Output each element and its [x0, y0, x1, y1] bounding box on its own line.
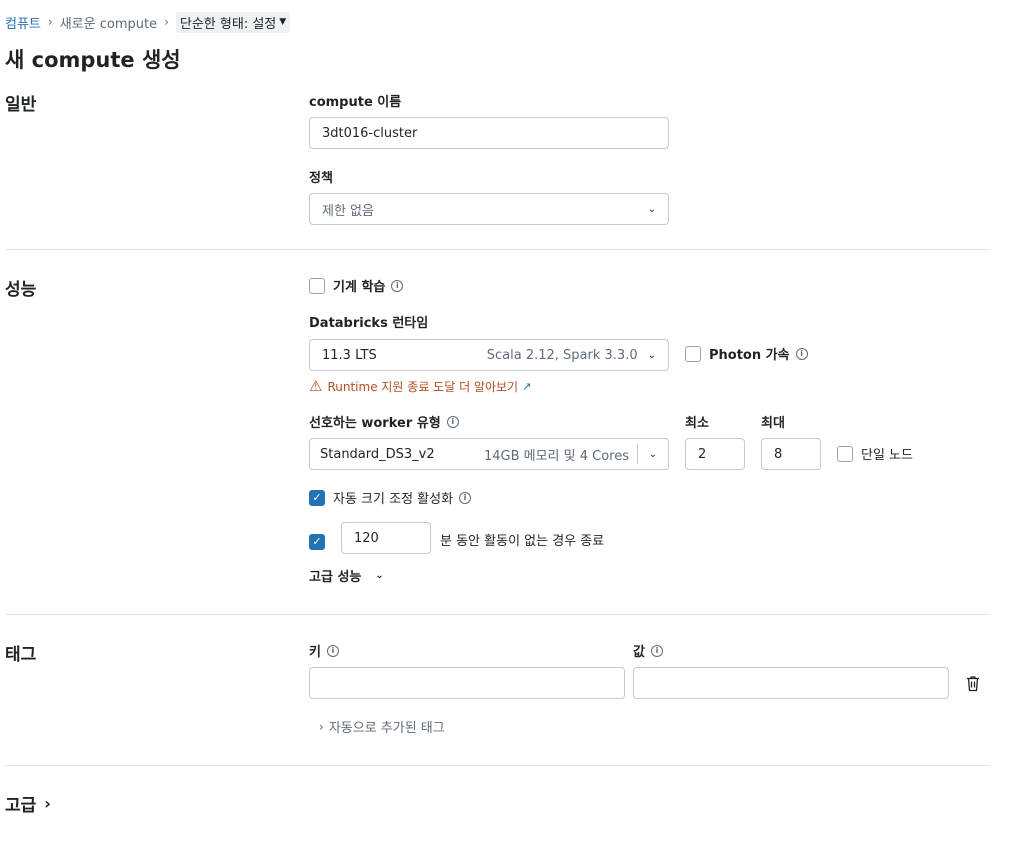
warning-icon: ⚠ — [309, 377, 323, 395]
breadcrumb-compute-link[interactable]: 컴퓨트 — [5, 13, 41, 32]
terminate-checkbox-wrap: ✓ — [309, 530, 325, 550]
runtime-warning-text: Runtime 지원 종료 도달 더 알아보기 — [327, 379, 519, 394]
autoscale-label: 자동 크기 조정 활성화 — [333, 492, 454, 507]
divider — [5, 614, 990, 615]
runtime-detail: Scala 2.12, Spark 3.3.0 — [486, 347, 638, 363]
auto-tags-label: 자동으로 추가된 태그 — [328, 721, 445, 736]
section-title-advanced: 고급 — [5, 796, 37, 816]
min-workers-label: 최소 — [685, 416, 709, 431]
breadcrumb-mode-label: 단순한 형태: 설정 — [179, 16, 277, 32]
terminate-checkbox[interactable]: ✓ — [309, 533, 325, 550]
terminate-minutes-input[interactable]: 120 — [341, 522, 431, 554]
tag-value-input[interactable] — [633, 667, 949, 699]
policy-value: 제한 없음 — [322, 203, 374, 219]
info-icon[interactable]: i — [795, 347, 808, 360]
autoscale-option: ✓ 자동 크기 조정 활성화 i — [309, 488, 472, 507]
tag-key-input[interactable] — [309, 667, 625, 699]
info-icon[interactable]: i — [446, 415, 459, 428]
policy-select[interactable]: 제한 없음 ⌄ — [309, 193, 669, 225]
tag-value-label: 값 i — [633, 641, 663, 660]
runtime-value: 11.3 LTS — [322, 347, 377, 363]
page-title: 새 compute 생성 — [5, 48, 181, 72]
min-workers-value: 2 — [698, 446, 707, 462]
divider — [5, 765, 990, 766]
autoscale-checkbox[interactable]: ✓ — [309, 489, 325, 506]
chevron-down-icon: ⌄ — [647, 203, 656, 215]
advanced-section-toggle[interactable]: 고급 › — [5, 791, 51, 816]
min-workers-input[interactable]: 2 — [685, 438, 745, 470]
trash-icon[interactable] — [964, 674, 982, 692]
external-link-icon: ↗ — [522, 379, 532, 393]
divider — [5, 249, 990, 250]
advanced-performance-toggle[interactable]: 고급 성능 ⌄ — [309, 566, 384, 585]
single-node-option: 단일 노드 — [837, 444, 913, 463]
ml-option: 기계 학습 i — [309, 276, 404, 295]
photon-option: Photon 가속 i — [685, 344, 808, 363]
worker-type-select[interactable]: Standard_DS3_v2 14GB 메모리 및 4 Cores ⌄ — [309, 438, 669, 470]
breadcrumb: 컴퓨트 › 새로운 compute › 단순한 형태: 설정 ▼ — [5, 11, 291, 33]
photon-checkbox[interactable] — [685, 345, 701, 362]
photon-label: Photon 가속 — [709, 348, 790, 363]
ml-checkbox[interactable] — [309, 277, 325, 294]
worker-type-value: Standard_DS3_v2 — [320, 446, 435, 462]
section-title-performance: 성능 — [5, 280, 37, 300]
breadcrumb-mode-dropdown[interactable]: 단순한 형태: 설정 ▼ — [175, 11, 291, 33]
single-node-checkbox[interactable] — [837, 445, 853, 462]
tag-value-label-text: 값 — [633, 645, 645, 660]
max-workers-input[interactable]: 8 — [761, 438, 821, 470]
compute-name-value: 3dt016-cluster — [322, 125, 418, 141]
compute-name-input[interactable]: 3dt016-cluster — [309, 117, 669, 149]
chevron-down-icon: ⌄ — [648, 448, 658, 460]
section-title-general: 일반 — [5, 95, 37, 115]
chevron-right-icon: › — [47, 15, 53, 29]
single-node-label: 단일 노드 — [861, 448, 913, 463]
worker-type-label: 선호하는 worker 유형 i — [309, 412, 459, 431]
max-workers-value: 8 — [774, 446, 783, 462]
ml-label: 기계 학습 — [333, 280, 386, 295]
chevron-right-icon: › — [164, 15, 169, 29]
terminate-minutes-value: 120 — [354, 530, 379, 546]
trash-icon-svg — [967, 675, 979, 691]
worker-type-label-text: 선호하는 worker 유형 — [309, 416, 441, 431]
chevron-right-icon: › — [44, 794, 51, 813]
compute-name-label: compute 이름 — [309, 95, 402, 110]
max-workers-label: 최대 — [761, 416, 785, 431]
info-icon[interactable]: i — [326, 644, 339, 657]
info-icon[interactable]: i — [650, 644, 663, 657]
advanced-performance-label: 고급 성능 — [309, 570, 362, 585]
runtime-select[interactable]: 11.3 LTS Scala 2.12, Spark 3.3.0 ⌄ — [309, 339, 669, 371]
tag-key-label-text: 키 — [309, 645, 321, 660]
chevron-down-icon: ⌄ — [647, 349, 656, 361]
auto-tags-toggle[interactable]: › 자동으로 추가된 태그 — [319, 717, 445, 737]
runtime-label: Databricks 런타임 — [309, 316, 429, 331]
terminate-label: 분 동안 활동이 없는 경우 종료 — [440, 534, 605, 549]
info-icon[interactable]: i — [459, 491, 472, 504]
runtime-warning[interactable]: ⚠ Runtime 지원 종료 도달 더 알아보기 ↗ — [309, 377, 531, 395]
worker-type-detail: 14GB 메모리 및 4 Cores — [483, 448, 629, 464]
tag-key-label: 키 i — [309, 641, 339, 660]
section-title-tags: 태그 — [5, 645, 37, 665]
breadcrumb-new-compute: 새로운 compute — [59, 16, 158, 32]
chevron-down-icon: ▼ — [279, 17, 287, 27]
info-icon[interactable]: i — [391, 279, 404, 292]
chevron-down-icon: ⌄ — [375, 570, 384, 581]
policy-label: 정책 — [309, 171, 333, 186]
chevron-right-icon: › — [319, 719, 324, 734]
